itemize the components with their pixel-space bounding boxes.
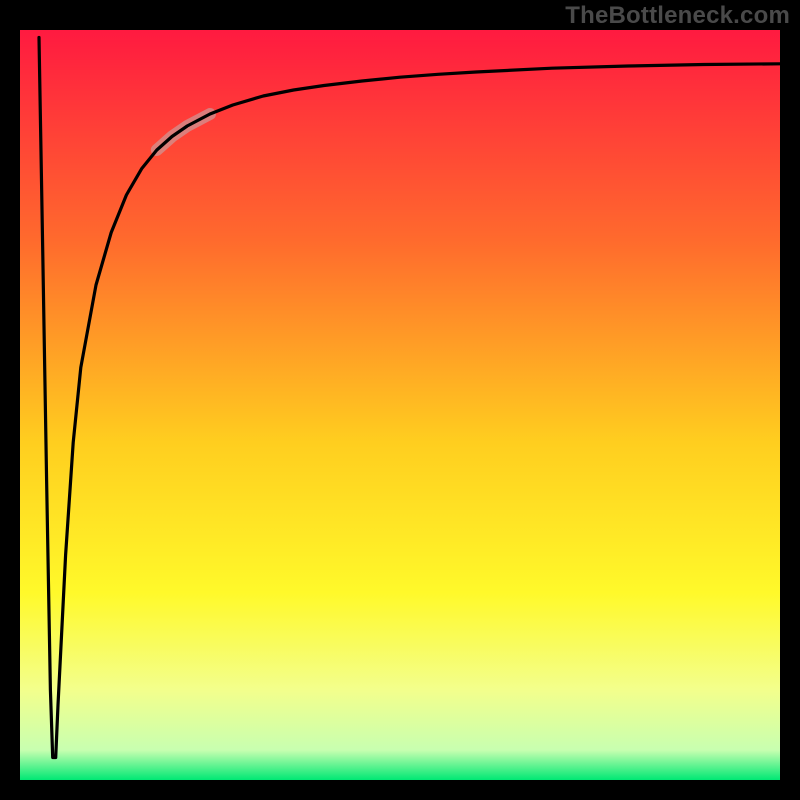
chart-svg [0, 0, 800, 800]
plot-area [20, 30, 780, 780]
chart-frame: TheBottleneck.com [0, 0, 800, 800]
